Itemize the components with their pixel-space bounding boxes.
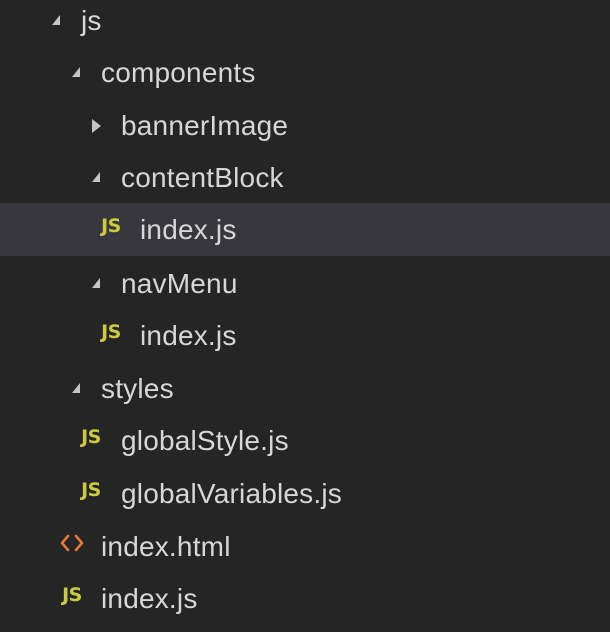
tree-row-file-navmenu-index-js[interactable]: JS index.js — [0, 309, 610, 362]
tree-item-label: navMenu — [121, 268, 238, 299]
tree-item-label: index.html — [101, 531, 231, 562]
tree-item-label: js — [81, 5, 102, 36]
tree-row-folder-styles[interactable]: styles — [0, 362, 610, 415]
js-file-icon: JS — [81, 478, 101, 501]
tree-row-folder-contentblock[interactable]: contentBlock — [0, 151, 610, 204]
file-explorer-tree: js components bannerImage contentBlock J… — [0, 0, 610, 632]
tree-item-label: styles — [101, 373, 174, 404]
chevron-down-icon[interactable] — [86, 151, 106, 204]
tree-item-label: globalStyle.js — [121, 425, 289, 456]
chevron-down-icon[interactable] — [46, 0, 66, 47]
chevron-down-icon[interactable] — [66, 362, 86, 415]
chevron-down-icon[interactable] — [86, 257, 106, 310]
js-file-icon: JS — [101, 214, 121, 237]
tree-row-folder-navmenu[interactable]: navMenu — [0, 257, 610, 310]
chevron-down-icon[interactable] — [66, 46, 86, 99]
tree-row-folder-components[interactable]: components — [0, 46, 610, 99]
tree-row-file-index-html[interactable]: index.html — [0, 520, 610, 573]
html-file-icon — [58, 520, 86, 573]
tree-row-file-globalvariables-js[interactable]: JS globalVariables.js — [0, 467, 610, 520]
tree-item-label: index.js — [140, 214, 237, 245]
chevron-right-icon[interactable] — [86, 99, 106, 152]
tree-item-label: globalVariables.js — [121, 478, 342, 509]
tree-item-label: bannerImage — [121, 110, 289, 141]
js-file-icon: JS — [81, 425, 101, 448]
tree-row-file-globalstyle-js[interactable]: JS globalStyle.js — [0, 414, 610, 467]
js-file-icon: JS — [101, 320, 121, 343]
tree-row-file-root-index-js[interactable]: JS index.js — [0, 572, 610, 625]
tree-row-file-contentblock-index-js[interactable]: JS index.js — [0, 203, 610, 256]
tree-item-label: components — [101, 57, 256, 88]
tree-item-label: index.js — [101, 583, 198, 614]
tree-item-label: index.js — [140, 320, 237, 351]
tree-row-folder-bannerimage[interactable]: bannerImage — [0, 99, 610, 152]
tree-row-folder-js[interactable]: js — [0, 0, 610, 47]
tree-item-label: contentBlock — [121, 162, 284, 193]
js-file-icon: JS — [62, 583, 82, 606]
